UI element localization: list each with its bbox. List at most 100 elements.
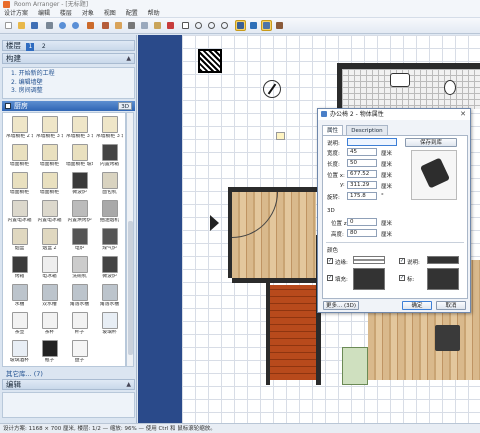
catalog-item[interactable]: 双水槽 xyxy=(36,284,63,308)
catalog-item[interactable]: 墙面橱柜 xyxy=(6,172,33,196)
delete-icon[interactable] xyxy=(165,20,176,31)
wall-icon[interactable] xyxy=(100,20,111,31)
zoom-fit-icon[interactable] xyxy=(180,20,191,31)
stove-object[interactable] xyxy=(435,325,460,351)
save-to-library-button[interactable]: 保存到库 xyxy=(405,138,457,147)
print-icon[interactable] xyxy=(44,20,55,31)
catalog-item[interactable]: 微波炉 xyxy=(96,256,123,280)
category-header[interactable]: 厨房 3D xyxy=(2,101,135,111)
catalog-item[interactable]: 内置电冰箱 xyxy=(36,200,63,224)
step-new-project[interactable]: 1. 开始新的工程 xyxy=(11,70,134,79)
catalog-item[interactable]: 瓶子 xyxy=(36,340,63,364)
catalog-item[interactable]: 吊墙橱柜 3 玻璃 xyxy=(36,116,63,140)
catalog-item[interactable]: 杯子 xyxy=(66,312,93,336)
view-2d-icon[interactable] xyxy=(235,20,246,31)
catalog-item[interactable]: 玻璃酒杯 xyxy=(6,340,33,364)
pos-x-input[interactable]: 677.52 xyxy=(347,170,377,178)
catalog-item[interactable]: 吊墙橱柜 2 玻璃门 xyxy=(6,116,33,140)
catalog-item[interactable]: 抽油烟机 xyxy=(96,200,123,224)
tab-description[interactable]: Description xyxy=(346,125,388,135)
catalog-item[interactable]: 吊墙橱柜 3 玻璃门 xyxy=(96,116,123,140)
cancel-button[interactable]: 取消 xyxy=(436,301,466,310)
catalog-item[interactable]: 玻璃杯 xyxy=(96,312,123,336)
menu-help[interactable]: 帮助 xyxy=(148,10,160,17)
desc-color-swatch[interactable] xyxy=(427,256,459,264)
menu-file[interactable]: 设计方案 xyxy=(4,10,28,17)
width-input[interactable]: 45 xyxy=(347,148,377,156)
menu-levels[interactable]: 楼层 xyxy=(60,10,72,17)
cut-icon[interactable] xyxy=(126,20,137,31)
catalog-item[interactable]: 墙面橱柜 xyxy=(6,144,33,168)
view-3d-icon[interactable] xyxy=(248,20,259,31)
fill-checkbox[interactable]: ✓ xyxy=(327,275,333,281)
catalog-scrollbar[interactable] xyxy=(126,112,134,367)
fill2-color-swatch[interactable] xyxy=(427,268,459,290)
collapse-icon[interactable]: ▲ xyxy=(126,380,131,390)
catalog-item[interactable]: 吊墙橱柜 3 玻璃门 xyxy=(66,116,93,140)
catalog-item[interactable]: 电冰箱 xyxy=(36,256,63,280)
staircase[interactable] xyxy=(270,285,316,380)
catalog-item[interactable]: 洗碗机 xyxy=(66,256,93,280)
catalog-item[interactable]: 内置烘烤炉 xyxy=(66,200,93,224)
catalog-item[interactable]: 面包机 xyxy=(96,172,123,196)
catalog-item[interactable]: 烤箱 xyxy=(6,256,33,280)
catalog-item[interactable]: 电炉 xyxy=(66,228,93,252)
level-tab-2[interactable]: 2 xyxy=(40,43,48,51)
redo-icon[interactable] xyxy=(70,20,81,31)
paint-icon[interactable] xyxy=(85,20,96,31)
catalog-item[interactable]: 内置烤箱 xyxy=(96,144,123,168)
menu-edit[interactable]: 编辑 xyxy=(38,10,50,17)
pos-z-input[interactable]: 0 xyxy=(347,218,377,226)
step-edit-walls[interactable]: 2. 编辑墙壁 xyxy=(11,79,134,88)
more-3d-button[interactable]: 更多... (3D) xyxy=(323,301,359,310)
catalog-item[interactable]: 角落水槽 xyxy=(96,284,123,308)
category-checkbox[interactable] xyxy=(5,103,11,109)
close-icon[interactable]: ✕ xyxy=(460,109,466,120)
rotation-input[interactable]: 175.8 xyxy=(347,192,377,200)
scrollbar-thumb[interactable] xyxy=(128,221,133,355)
tab-properties[interactable]: 属性 xyxy=(322,125,344,135)
magnet-icon[interactable] xyxy=(274,20,285,31)
catalog-item[interactable]: 烟盒 2 xyxy=(36,228,63,252)
plant-bed[interactable] xyxy=(342,347,368,385)
catalog-item[interactable]: 盘子 xyxy=(66,340,93,364)
catalog-item[interactable]: 煤气炉 xyxy=(96,228,123,252)
menu-config[interactable]: 配置 xyxy=(126,10,138,17)
catalog-item[interactable]: 水槽 xyxy=(6,284,33,308)
catalog-item[interactable]: 微波炉 xyxy=(66,172,93,196)
level-tab-1[interactable]: 1 xyxy=(26,43,35,51)
step-adjust-rooms[interactable]: 3. 房间调整 xyxy=(11,87,134,96)
open-icon[interactable] xyxy=(16,20,27,31)
height-input[interactable]: 80 xyxy=(347,229,377,237)
grid-icon[interactable] xyxy=(261,20,272,31)
fill-color-swatch[interactable] xyxy=(353,268,385,290)
fill2-checkbox[interactable]: ✓ xyxy=(399,275,405,281)
bathtub-icon[interactable] xyxy=(390,73,410,87)
length-input[interactable]: 50 xyxy=(347,159,377,167)
zoom-in-icon[interactable] xyxy=(193,20,204,31)
catalog-item[interactable]: 内置电冰箱 xyxy=(6,200,33,224)
outline-color-swatch[interactable] xyxy=(353,256,385,264)
new-icon[interactable] xyxy=(3,20,14,31)
pan-arrow-icon[interactable] xyxy=(210,215,219,231)
catalog-item[interactable]: 墙面橱柜 玻璃门 xyxy=(66,144,93,168)
menu-object[interactable]: 对象 xyxy=(82,10,94,17)
save-icon[interactable] xyxy=(29,20,40,31)
note-icon[interactable] xyxy=(276,132,285,140)
undo-icon[interactable] xyxy=(57,20,68,31)
outline-checkbox[interactable]: ✓ xyxy=(327,258,333,264)
catalog-item[interactable]: 角落水槽 xyxy=(66,284,93,308)
catalog-item[interactable]: 烟盒 xyxy=(6,228,33,252)
pos-y-input[interactable]: 311.29 xyxy=(347,181,377,189)
paste-icon[interactable] xyxy=(152,20,163,31)
catalog-item[interactable]: 茶壶 xyxy=(6,312,33,336)
3d-badge[interactable]: 3D xyxy=(118,102,132,110)
desc-input[interactable] xyxy=(347,138,397,146)
ok-button[interactable]: 确定 xyxy=(402,301,432,310)
catalog-item[interactable]: 墙面橱柜 xyxy=(36,172,63,196)
catalog-item[interactable]: 茶杯 xyxy=(36,312,63,336)
toilet-icon[interactable] xyxy=(444,80,456,95)
collapse-icon[interactable]: ▲ xyxy=(126,54,131,64)
room-icon[interactable] xyxy=(113,20,124,31)
desc-color-checkbox[interactable]: ✓ xyxy=(399,258,405,264)
